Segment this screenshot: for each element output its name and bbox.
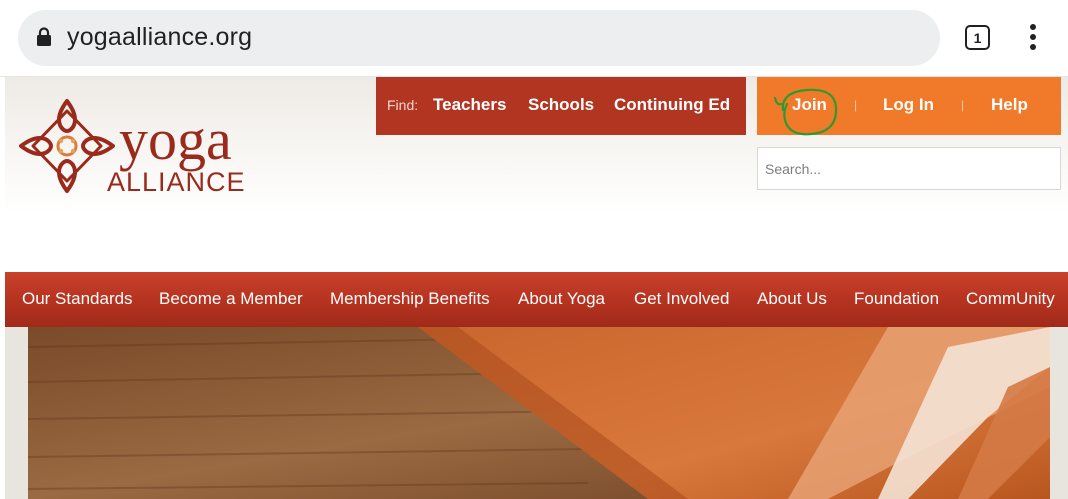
url-text[interactable]: yogaalliance.org xyxy=(67,23,252,52)
nav-our-standards[interactable]: Our Standards xyxy=(22,289,133,309)
find-label: Find: xyxy=(387,97,419,113)
site-header: yoga ALLIANCE Find: Teachers Schools Con… xyxy=(5,77,1068,272)
browser-toolbar: yogaalliance.org 1 xyxy=(0,0,1068,77)
find-schools-link[interactable]: Schools xyxy=(528,95,594,115)
logo-word-yoga: yoga xyxy=(119,107,232,172)
main-nav: Our Standards Become a Member Membership… xyxy=(5,272,1068,327)
nav-foundation[interactable]: Foundation xyxy=(854,289,939,309)
join-link[interactable]: Join xyxy=(792,95,827,115)
nav-community[interactable]: CommUnity xyxy=(966,289,1055,309)
address-bar[interactable]: yogaalliance.org xyxy=(18,10,940,66)
find-teachers-link[interactable]: Teachers xyxy=(433,95,506,115)
logo-word-alliance: ALLIANCE xyxy=(107,167,246,197)
tab-switcher-icon[interactable]: 1 xyxy=(965,25,990,50)
help-link[interactable]: Help xyxy=(991,95,1028,115)
nav-become-member[interactable]: Become a Member xyxy=(159,289,303,309)
account-bar: Join | Log In | Help xyxy=(757,77,1061,136)
search-input[interactable] xyxy=(757,147,1061,190)
nav-about-us[interactable]: About Us xyxy=(757,289,827,309)
find-bar: Find: Teachers Schools Continuing Ed xyxy=(376,77,746,135)
nav-get-involved[interactable]: Get Involved xyxy=(634,289,729,309)
hero-frame xyxy=(5,327,1068,499)
find-continuing-ed-link[interactable]: Continuing Ed xyxy=(614,95,730,115)
nav-membership-benefits[interactable]: Membership Benefits xyxy=(330,289,490,309)
yoga-mat-image xyxy=(28,327,1050,499)
lotus-icon: yoga ALLIANCE xyxy=(19,99,246,197)
hero-image xyxy=(28,327,1050,499)
yoga-alliance-logo[interactable]: yoga ALLIANCE xyxy=(17,97,257,197)
separator: | xyxy=(961,98,965,112)
separator: | xyxy=(854,98,858,112)
tab-count: 1 xyxy=(973,29,982,46)
web-page: yoga ALLIANCE Find: Teachers Schools Con… xyxy=(5,77,1068,499)
login-link[interactable]: Log In xyxy=(883,95,934,115)
more-vert-icon[interactable] xyxy=(1024,22,1042,52)
nav-about-yoga[interactable]: About Yoga xyxy=(518,289,605,309)
lock-icon xyxy=(37,27,51,46)
